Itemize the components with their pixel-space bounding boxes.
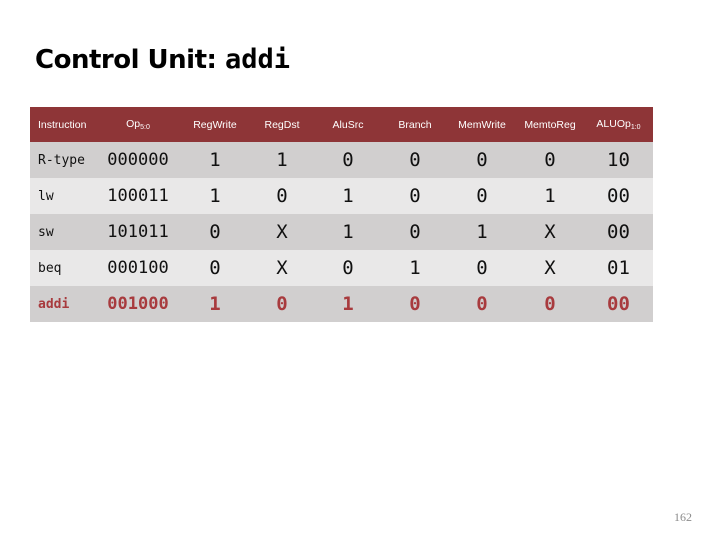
cell-memtoreg: 0 [516,286,584,322]
table-row-lw: lw 100011 1 0 1 0 0 1 00 [30,178,653,214]
header-memwrite: MemWrite [448,107,516,142]
cell-instruction: R-type [30,142,96,178]
header-memtoreg: MemtoReg [516,107,584,142]
header-regdst: RegDst [250,107,314,142]
cell-memtoreg: 0 [516,142,584,178]
cell-op: 000100 [96,250,180,286]
cell-regwrite: 0 [180,214,250,250]
cell-instruction: addi [30,286,96,322]
cell-branch: 0 [382,286,448,322]
cell-memtoreg: X [516,214,584,250]
table-row-sw: sw 101011 0 X 1 0 1 X 00 [30,214,653,250]
cell-memwrite: 0 [448,250,516,286]
cell-regdst: X [250,250,314,286]
header-alusrc: AluSrc [314,107,382,142]
cell-regwrite: 1 [180,286,250,322]
cell-regdst: 0 [250,178,314,214]
cell-regwrite: 0 [180,250,250,286]
table-row-beq: beq 000100 0 X 0 1 0 X 01 [30,250,653,286]
cell-memwrite: 0 [448,286,516,322]
cell-regwrite: 1 [180,178,250,214]
cell-memtoreg: X [516,250,584,286]
cell-instruction: lw [30,178,96,214]
control-signal-table: Instruction Op5:0 RegWrite RegDst AluSrc… [30,107,653,322]
cell-alusrc: 1 [314,286,382,322]
header-branch: Branch [382,107,448,142]
slide-title-code: addi [224,44,290,75]
cell-alusrc: 1 [314,178,382,214]
slide-title: Control Unit: addi [35,44,290,75]
cell-aluop: 00 [584,178,653,214]
cell-alusrc: 0 [314,250,382,286]
header-instruction: Instruction [30,107,96,142]
header-regwrite: RegWrite [180,107,250,142]
cell-branch: 0 [382,178,448,214]
page-number: 162 [674,510,692,524]
table-row-rtype: R-type 000000 1 1 0 0 0 0 10 [30,142,653,178]
cell-regdst: 1 [250,142,314,178]
cell-aluop: 10 [584,142,653,178]
header-op: Op5:0 [96,107,180,142]
cell-memwrite: 0 [448,142,516,178]
cell-memtoreg: 1 [516,178,584,214]
cell-aluop: 01 [584,250,653,286]
cell-alusrc: 0 [314,142,382,178]
cell-regdst: X [250,214,314,250]
table-header-row: Instruction Op5:0 RegWrite RegDst AluSrc… [30,107,653,142]
cell-regwrite: 1 [180,142,250,178]
table-row-addi: addi 001000 1 0 1 0 0 0 00 [30,286,653,322]
cell-aluop: 00 [584,214,653,250]
cell-instruction: beq [30,250,96,286]
cell-regdst: 0 [250,286,314,322]
cell-branch: 0 [382,214,448,250]
cell-op: 001000 [96,286,180,322]
cell-memwrite: 0 [448,178,516,214]
cell-branch: 0 [382,142,448,178]
cell-op: 101011 [96,214,180,250]
cell-alusrc: 1 [314,214,382,250]
cell-instruction: sw [30,214,96,250]
header-aluop: ALUOp1:0 [584,107,653,142]
cell-op: 000000 [96,142,180,178]
slide-title-text: Control Unit: [35,45,225,75]
cell-op: 100011 [96,178,180,214]
cell-memwrite: 1 [448,214,516,250]
cell-aluop: 00 [584,286,653,322]
cell-branch: 1 [382,250,448,286]
